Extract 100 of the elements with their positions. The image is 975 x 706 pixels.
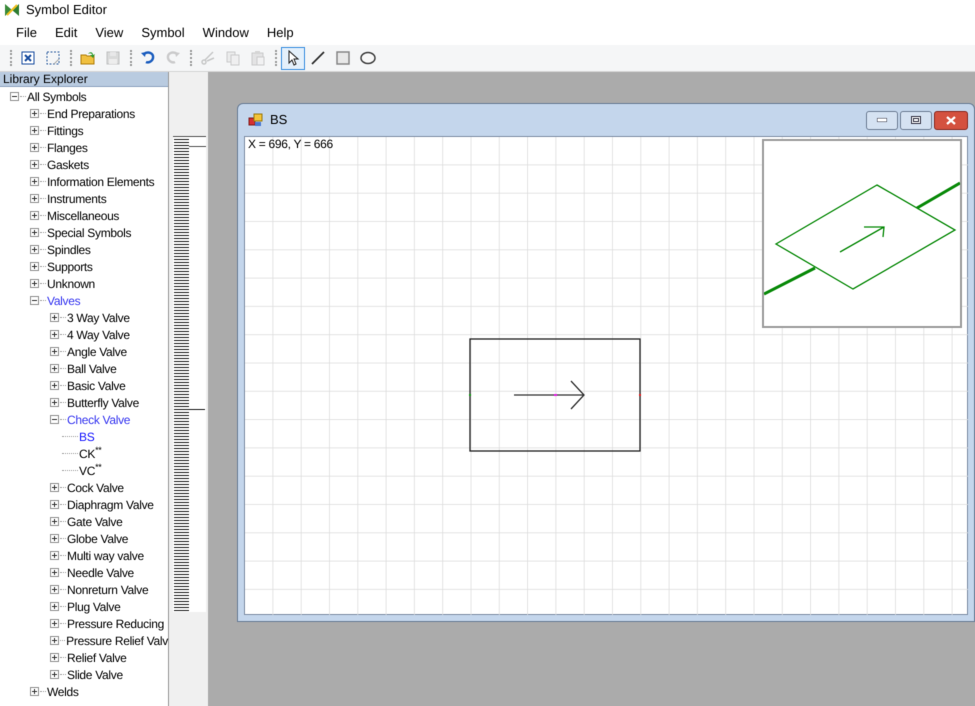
menu-item[interactable]: File	[8, 22, 45, 42]
tree-item[interactable]: Relief Valve	[67, 648, 127, 666]
app-logo-icon	[4, 3, 20, 17]
menu-item[interactable]: Symbol	[133, 22, 193, 42]
expand-icon[interactable]	[50, 551, 59, 560]
tree-item[interactable]: BS	[79, 428, 94, 446]
expand-icon[interactable]	[50, 619, 59, 628]
expand-icon[interactable]	[50, 364, 59, 373]
close-button[interactable]	[934, 110, 968, 130]
clipboard-icon	[250, 50, 266, 66]
tree-item[interactable]: Angle Valve	[67, 342, 127, 360]
tree-item[interactable]: Check Valve	[67, 410, 130, 428]
tree-item[interactable]: Plug Valve	[67, 598, 120, 616]
minimize-icon	[877, 118, 887, 122]
tree-item[interactable]: Gate Valve	[67, 512, 122, 530]
expand-icon[interactable]	[50, 636, 59, 645]
tree-item[interactable]: Gaskets	[47, 156, 89, 174]
expand-icon[interactable]	[30, 160, 39, 169]
tree-item[interactable]: Flanges	[47, 138, 88, 156]
tree-item[interactable]: Cock Valve	[67, 478, 124, 496]
expand-icon[interactable]	[30, 687, 39, 696]
flow-arrow[interactable]	[513, 380, 585, 410]
expand-icon[interactable]	[30, 262, 39, 271]
expand-icon[interactable]	[50, 347, 59, 356]
expand-icon[interactable]	[30, 109, 39, 118]
expand-icon[interactable]	[50, 602, 59, 611]
document-icon	[248, 113, 264, 127]
tree-item[interactable]: Miscellaneous	[47, 206, 120, 224]
expand-icon[interactable]	[50, 670, 59, 679]
tree-item[interactable]: Valves	[47, 292, 80, 310]
expand-icon[interactable]	[50, 483, 59, 492]
menu-item[interactable]: Edit	[46, 22, 86, 42]
expand-icon[interactable]	[50, 517, 59, 526]
expand-icon[interactable]	[50, 330, 59, 339]
tree-item[interactable]: End Preparations	[47, 104, 135, 122]
tree-item[interactable]: 4 Way Valve	[67, 326, 130, 344]
tree-item[interactable]: Globe Valve	[67, 530, 128, 548]
expand-icon[interactable]	[30, 126, 39, 135]
tree-item[interactable]: Multi way valve	[67, 546, 144, 564]
menu-item[interactable]: View	[87, 22, 132, 42]
tree-item[interactable]: 3 Way Valve	[67, 308, 130, 326]
maximize-button[interactable]	[900, 110, 932, 130]
tree-item[interactable]: Special Symbols	[47, 224, 132, 242]
expand-icon[interactable]	[30, 228, 39, 237]
tree-item[interactable]: Fittings	[47, 122, 84, 140]
tree-item[interactable]: Welds	[47, 682, 79, 700]
tree-item[interactable]: CK$^{**}$	[79, 444, 102, 462]
expand-icon[interactable]	[30, 194, 39, 203]
tree-item[interactable]: Pressure Relief Valv	[66, 632, 168, 650]
tree-item[interactable]: Unknown	[47, 274, 95, 292]
rectangle-tool-icon	[335, 50, 351, 66]
tree-item[interactable]: Information Elements	[47, 172, 154, 190]
expand-icon[interactable]	[50, 653, 59, 662]
collapse-icon[interactable]	[10, 92, 19, 101]
expand-icon[interactable]	[50, 398, 59, 407]
expand-icon[interactable]	[30, 143, 39, 152]
tree-item[interactable]: Pressure Reducing	[67, 614, 164, 632]
cursor-coordinates: X = 696, Y = 666	[248, 136, 333, 153]
menu-item[interactable]: Help	[258, 22, 302, 42]
expand-icon[interactable]	[50, 313, 59, 322]
expand-icon[interactable]	[50, 381, 59, 390]
tree-item[interactable]: Butterfly Valve	[67, 394, 139, 412]
tree-item[interactable]: All Symbols	[27, 88, 86, 106]
expand-icon[interactable]	[30, 211, 39, 220]
symbol-rectangle[interactable]	[469, 338, 641, 452]
panel-header: Library Explorer	[0, 72, 168, 87]
tree-item[interactable]: Ball Valve	[67, 360, 116, 378]
tree-item[interactable]: Supports	[47, 258, 93, 276]
tree-item[interactable]: Nonreturn Valve	[67, 580, 148, 598]
child-window-title: BS	[270, 111, 288, 130]
close-icon	[946, 116, 956, 124]
fit-view-icon	[20, 50, 36, 66]
maximize-icon	[911, 116, 921, 124]
tree-item[interactable]: VC$^{**}$	[79, 462, 102, 480]
tree-item[interactable]: Basic Valve	[67, 376, 126, 394]
window-title: Symbol Editor	[26, 1, 107, 20]
expand-icon[interactable]	[50, 534, 59, 543]
expand-icon[interactable]	[50, 568, 59, 577]
dashed-selection-icon	[45, 50, 61, 66]
undo-icon	[140, 50, 156, 66]
pointer-button[interactable]	[281, 46, 305, 70]
tree-item[interactable]: Instruments	[47, 190, 106, 208]
expand-icon[interactable]	[30, 245, 39, 254]
collapse-icon[interactable]	[50, 415, 59, 424]
expand-icon[interactable]	[30, 279, 39, 288]
minimize-button[interactable]	[866, 110, 898, 130]
expand-icon[interactable]	[30, 177, 39, 186]
scissors-icon	[200, 50, 216, 66]
tree-item[interactable]: Needle Valve	[67, 564, 134, 582]
collapse-icon[interactable]	[30, 296, 39, 305]
copy-icon	[225, 50, 241, 66]
ellipse-tool-icon	[360, 50, 376, 66]
folder-icon	[80, 50, 96, 66]
tree-item[interactable]: Diaphragm Valve	[67, 496, 154, 514]
menu-item[interactable]: Window	[194, 22, 257, 42]
redo-icon	[165, 50, 181, 66]
expand-icon[interactable]	[50, 500, 59, 509]
tree-item[interactable]: Spindles	[47, 240, 91, 258]
tree-item[interactable]: Slide Valve	[67, 666, 123, 684]
expand-icon[interactable]	[50, 585, 59, 594]
